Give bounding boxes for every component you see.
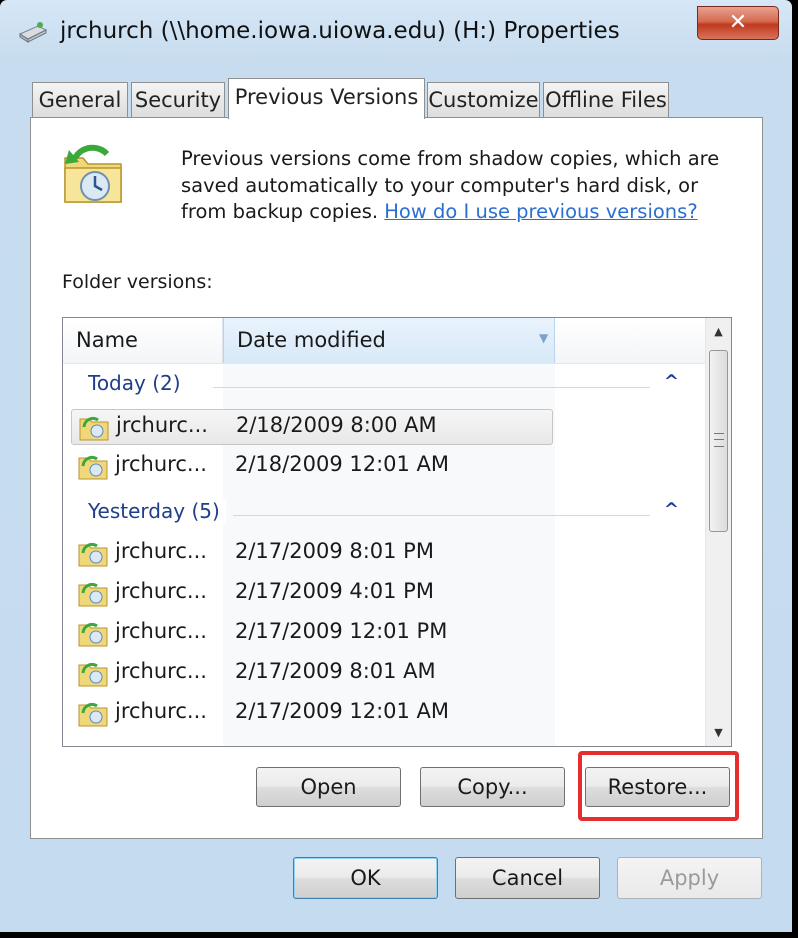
group-divider [213, 387, 650, 388]
folder-versions-label: Folder versions: [62, 271, 213, 293]
copy-button[interactable]: Copy... [420, 767, 565, 807]
list-item[interactable]: jrchurc... 2/17/2009 12:01 PM [71, 616, 553, 652]
help-link[interactable]: How do I use previous versions? [384, 200, 697, 223]
item-name: jrchurc... [116, 413, 208, 437]
group-divider [233, 515, 650, 516]
collapse-icon[interactable]: ^ [664, 499, 679, 520]
scroll-down-arrow-icon[interactable]: ▼ [706, 720, 731, 746]
shadow-copy-folder-icon [78, 455, 108, 480]
column-header-date-label: Date modified [237, 328, 386, 352]
item-date: 2/18/2009 12:01 AM [235, 452, 450, 476]
tab-previous-versions[interactable]: Previous Versions [228, 78, 425, 119]
item-date: 2/17/2009 12:01 AM [235, 699, 450, 723]
item-date: 2/17/2009 8:01 AM [235, 659, 436, 683]
column-header-date-modified[interactable]: Date modified ▼ [223, 318, 555, 363]
cancel-button[interactable]: Cancel [455, 857, 600, 899]
item-name: jrchurc... [115, 539, 207, 563]
previous-versions-folder-icon [64, 144, 122, 203]
grip-icon [714, 433, 724, 447]
restore-highlight-box [578, 751, 739, 821]
column-header-name[interactable]: Name [63, 318, 223, 363]
group-label: Today (2) [88, 371, 187, 395]
shadow-copy-folder-icon [78, 702, 108, 727]
properties-window: jrchurch (\\home.iowa.uiowa.edu) (H:) Pr… [0, 0, 792, 932]
folder-versions-list[interactable]: Name Date modified ▼ Today (2) ^ jrchurc… [62, 317, 732, 747]
item-date: 2/17/2009 8:01 PM [235, 539, 434, 563]
shadow-copy-folder-icon [78, 582, 108, 607]
scroll-up-arrow-icon[interactable]: ▲ [706, 318, 731, 344]
collapse-icon[interactable]: ^ [664, 371, 679, 392]
scroll-thumb[interactable] [709, 350, 728, 532]
group-header-yesterday[interactable]: Yesterday (5) ^ [63, 499, 705, 529]
sort-arrow-icon: ▼ [539, 331, 549, 345]
shadow-copy-folder-icon [78, 622, 108, 647]
column-header-filler [555, 318, 705, 363]
list-item[interactable]: jrchurc... 2/17/2009 8:01 PM [71, 536, 553, 572]
list-item[interactable]: jrchurc... 2/17/2009 12:01 AM [71, 696, 553, 732]
ok-button[interactable]: OK [293, 857, 438, 899]
group-header-today[interactable]: Today (2) ^ [63, 371, 705, 401]
tab-security[interactable]: Security [131, 82, 225, 118]
vertical-scrollbar[interactable]: ▲ ▼ [705, 318, 731, 746]
list-item[interactable]: jrchurc... 2/17/2009 4:01 PM [71, 576, 553, 612]
tab-offline-files[interactable]: Offline Files [543, 82, 669, 118]
list-item[interactable]: jrchurc... 2/18/2009 8:00 AM [71, 409, 553, 445]
tab-general[interactable]: General [32, 82, 128, 118]
apply-button[interactable]: Apply [617, 857, 762, 899]
close-icon: ✕ [728, 10, 748, 35]
shadow-copy-folder-icon [78, 542, 108, 567]
title-bar[interactable]: jrchurch (\\home.iowa.uiowa.edu) (H:) Pr… [0, 0, 792, 72]
intro-description: Previous versions come from shadow copie… [181, 146, 741, 226]
item-date: 2/18/2009 8:00 AM [236, 413, 437, 437]
tab-customize[interactable]: Customize [427, 82, 540, 118]
item-date: 2/17/2009 12:01 PM [235, 619, 448, 643]
list-item[interactable]: jrchurc... 2/17/2009 8:01 AM [71, 656, 553, 692]
item-date: 2/17/2009 4:01 PM [235, 579, 434, 603]
item-name: jrchurc... [115, 699, 207, 723]
shadow-copy-folder-icon [79, 416, 109, 441]
close-button[interactable]: ✕ [697, 6, 779, 40]
window-title: jrchurch (\\home.iowa.uiowa.edu) (H:) Pr… [60, 18, 620, 44]
group-label: Yesterday (5) [88, 499, 226, 523]
drive-icon [18, 22, 48, 43]
previous-versions-panel: Previous versions come from shadow copie… [30, 117, 763, 839]
item-name: jrchurc... [115, 452, 207, 476]
item-name: jrchurc... [115, 579, 207, 603]
item-name: jrchurc... [115, 659, 207, 683]
list-item[interactable]: jrchurc... 2/18/2009 12:01 AM [71, 449, 553, 485]
open-button[interactable]: Open [256, 767, 401, 807]
item-name: jrchurc... [115, 619, 207, 643]
shadow-copy-folder-icon [78, 662, 108, 687]
